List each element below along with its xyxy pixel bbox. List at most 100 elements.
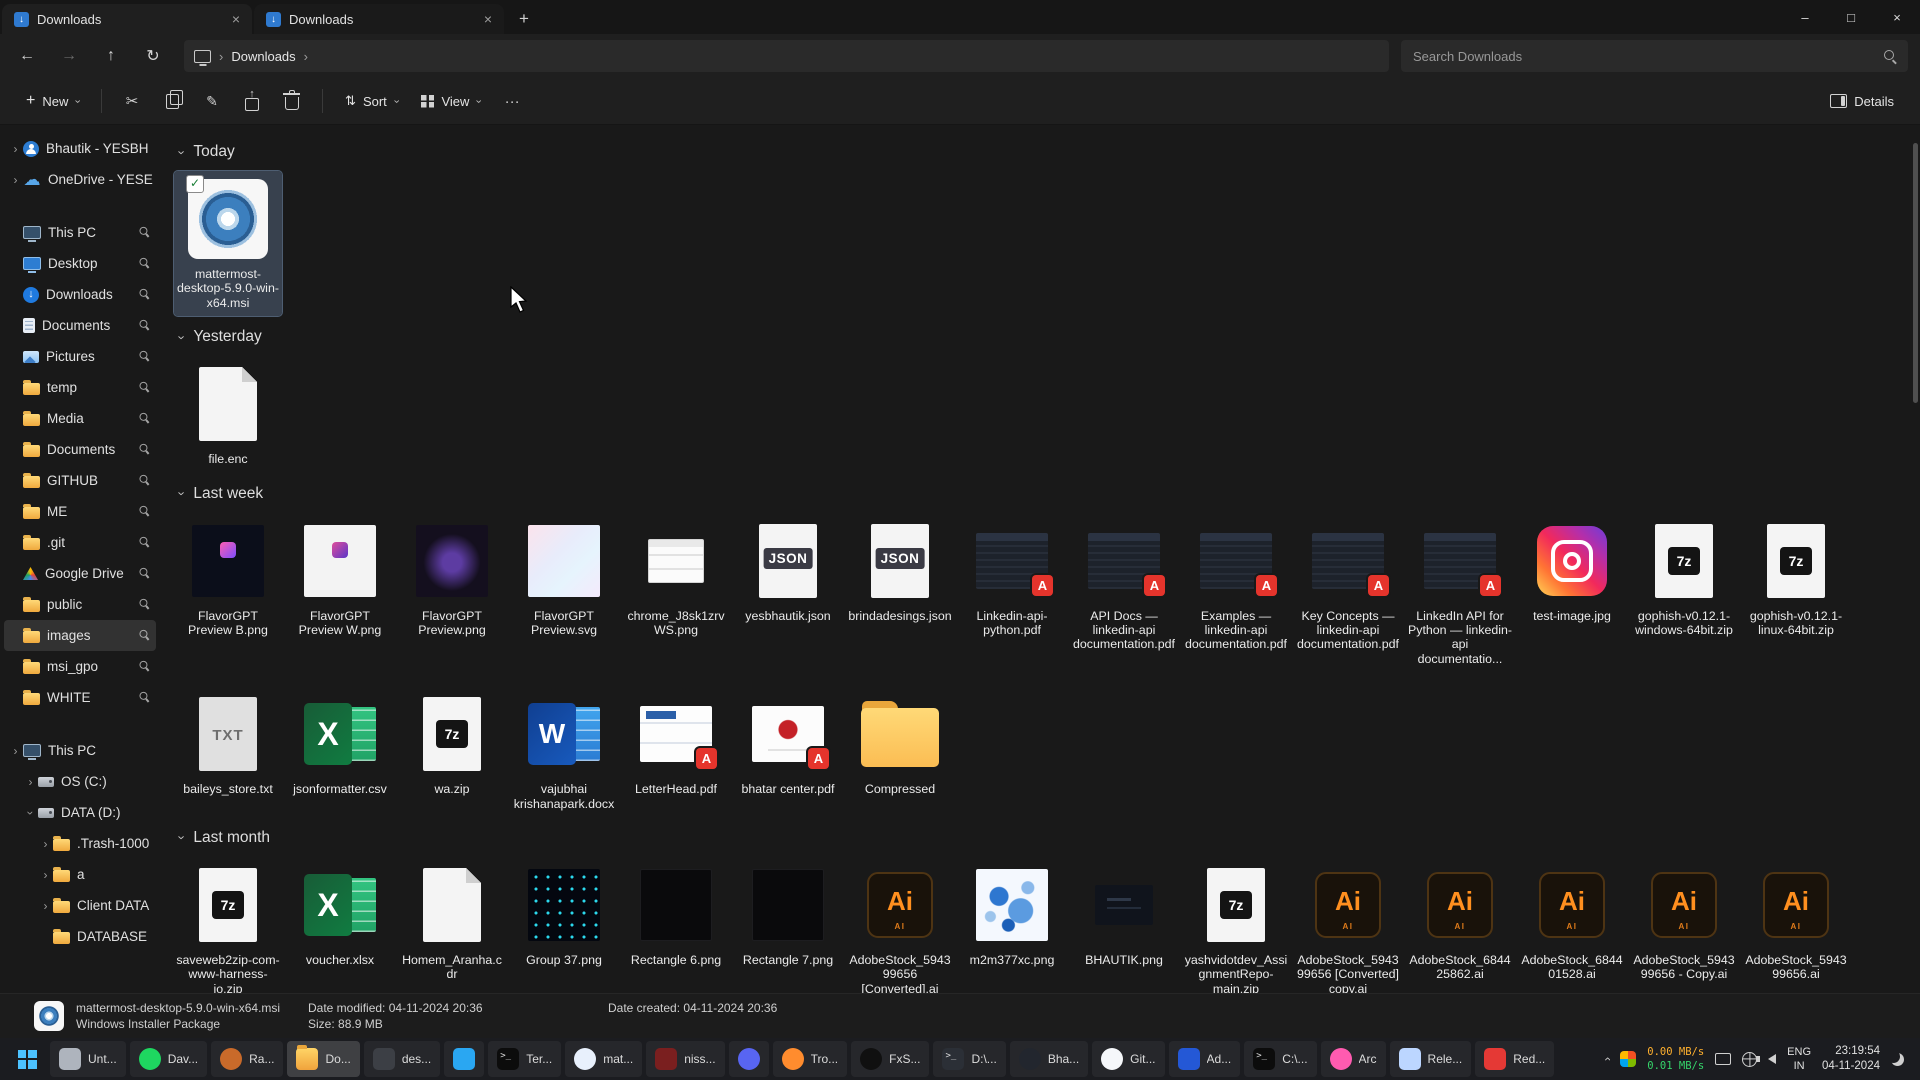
- sidebar-item-this-pc[interactable]: ›This PC: [4, 217, 156, 248]
- vertical-scrollbar[interactable]: [1911, 129, 1918, 989]
- sidebar-item-downloads[interactable]: ›Downloads: [4, 279, 156, 310]
- file-group-37-png[interactable]: Group 37.png: [510, 857, 618, 973]
- search-input[interactable]: [1411, 48, 1883, 65]
- taskbar-app-spotify[interactable]: Dav...: [130, 1041, 207, 1077]
- file-jsonformatter-csv[interactable]: jsonformatter.csv: [286, 686, 394, 802]
- file-saveweb2zip-com-www-harness-io-zip[interactable]: saveweb2zip-com-www-harness-io.zip: [174, 857, 282, 993]
- sidebar-item-google-drive[interactable]: ›Google Drive: [4, 558, 156, 589]
- file-adobestock-594399656-converted-ai[interactable]: AiAIAdobeStock_594399656 [Converted].ai: [846, 857, 954, 993]
- file-adobestock-594399656-ai[interactable]: AiAIAdobeStock_594399656.ai: [1742, 857, 1850, 988]
- forward-button[interactable]: →: [50, 39, 88, 73]
- minimize-button[interactable]: –: [1782, 0, 1828, 34]
- taskbar-app-untitled-app[interactable]: Unt...: [50, 1041, 126, 1077]
- sidebar-item-this-pc[interactable]: ›This PC: [4, 735, 156, 766]
- file-mattermost-desktop-5-9-0-win-x64-msi[interactable]: ✓mattermost-desktop-5.9.0-win-x64.msi: [174, 171, 282, 316]
- rename-button[interactable]: ✎: [194, 84, 230, 118]
- tab-downloads-2[interactable]: ↓ Downloads ×: [254, 4, 504, 34]
- file-brindadesings-json[interactable]: brindadesings.json: [846, 513, 954, 629]
- sidebar-item-public[interactable]: ›public: [4, 589, 156, 620]
- taskbar-app-arc-browser[interactable]: Arc: [1321, 1041, 1386, 1077]
- file-file-enc[interactable]: file.enc: [174, 356, 282, 472]
- group-header[interactable]: ›Last week: [180, 481, 1908, 507]
- sidebar-item-bhautik-yesbh[interactable]: ›Bhautik - YESBH: [4, 133, 156, 164]
- tab-close-icon[interactable]: ×: [228, 11, 244, 27]
- sidebar-item-me[interactable]: ›ME: [4, 496, 156, 527]
- volume-tray-icon[interactable]: [1768, 1054, 1776, 1064]
- file-adobestock-684401528-ai[interactable]: AiAIAdobeStock_684401528.ai: [1518, 857, 1626, 988]
- breadcrumb-downloads[interactable]: Downloads: [231, 49, 295, 64]
- delete-button[interactable]: [274, 84, 310, 118]
- view-button[interactable]: View ›: [411, 84, 490, 118]
- file-homem-aranha-cdr[interactable]: Homem_Aranha.cdr: [398, 857, 506, 988]
- tab-downloads-1[interactable]: ↓ Downloads ×: [2, 4, 252, 34]
- taskbar-app-file-explorer[interactable]: Do...: [287, 1041, 359, 1077]
- close-button[interactable]: ×: [1874, 0, 1920, 34]
- taskbar-app-trojan-app[interactable]: Tro...: [773, 1041, 848, 1077]
- share-button[interactable]: [234, 84, 270, 118]
- sidebar-item-msi-gpo[interactable]: ›msi_gpo: [4, 651, 156, 682]
- file-key-concepts-linkedin-api-documentation-pdf[interactable]: Key Concepts — linkedin-api documentatio…: [1294, 513, 1402, 658]
- more-options-button[interactable]: ···: [494, 84, 530, 118]
- file-gophish-v0-12-1-linux-64bit-zip[interactable]: gophish-v0.12.1-linux-64bit.zip: [1742, 513, 1850, 644]
- file-vajubhai-krishanapark-docx[interactable]: vajubhai krishanapark.docx: [510, 686, 618, 817]
- taskbar-app-discord[interactable]: [729, 1041, 769, 1077]
- cut-button[interactable]: ✂: [114, 84, 150, 118]
- taskbar-app-release-app[interactable]: Rele...: [1390, 1041, 1472, 1077]
- file-flavorgpt-preview-svg[interactable]: FlavorGPT Preview.svg: [510, 513, 618, 644]
- sidebar-item-database[interactable]: ›DATABASE: [4, 921, 156, 952]
- file-adobestock-594399656-converted-copy-ai[interactable]: AiAIAdobeStock_594399656 [Converted] cop…: [1294, 857, 1402, 993]
- file-bhautik-png[interactable]: BHAUTIK.png: [1070, 857, 1178, 973]
- file-adobestock-594399656-copy-ai[interactable]: AiAIAdobeStock_594399656 - Copy.ai: [1630, 857, 1738, 988]
- tray-overflow-chevron-icon[interactable]: ›: [1601, 1057, 1613, 1061]
- sidebar-item-documents[interactable]: ›Documents: [4, 434, 156, 465]
- file-wa-zip[interactable]: wa.zip: [398, 686, 506, 802]
- clock[interactable]: 23:19:54 04-11-2024: [1822, 1044, 1880, 1074]
- checkbox-checked-icon[interactable]: ✓: [186, 175, 204, 193]
- taskbar-app-fxsound[interactable]: FxS...: [851, 1041, 929, 1077]
- file-voucher-xlsx[interactable]: voucher.xlsx: [286, 857, 394, 973]
- new-button[interactable]: + New ›: [16, 84, 89, 118]
- sidebar-item-github[interactable]: ›GITHUB: [4, 465, 156, 496]
- search-box[interactable]: [1401, 40, 1908, 72]
- network-speed[interactable]: 0.00 MB/s 0.01 MB/s: [1647, 1045, 1704, 1073]
- taskbar-app-explorer-d-drive[interactable]: D:\...: [933, 1041, 1005, 1077]
- sidebar-item-white[interactable]: ›WHITE: [4, 682, 156, 713]
- taskbar-app-terminal[interactable]: Ter...: [488, 1041, 561, 1077]
- sidebar-item-documents[interactable]: ›Documents: [4, 310, 156, 341]
- group-header[interactable]: ›Last month: [180, 825, 1908, 851]
- scrollbar-thumb[interactable]: [1913, 143, 1918, 403]
- sidebar-item-temp[interactable]: ›temp: [4, 372, 156, 403]
- taskbar-app-red-app[interactable]: Red...: [1475, 1041, 1554, 1077]
- file-baileys-store-txt[interactable]: baileys_store.txt: [174, 686, 282, 802]
- sidebar-item-data-d[interactable]: ›DATA (D:): [4, 797, 156, 828]
- file-yashvidotdev-assignmentrepo-main-zip[interactable]: yashvidotdev_AssignmentRepo-main.zip: [1182, 857, 1290, 993]
- sidebar-item-pictures[interactable]: ›Pictures: [4, 341, 156, 372]
- taskbar-app-design-app[interactable]: des...: [364, 1041, 440, 1077]
- file-bhatar-center-pdf[interactable]: bhatar center.pdf: [734, 686, 842, 802]
- maximize-button[interactable]: □: [1828, 0, 1874, 34]
- group-header[interactable]: ›Today: [180, 139, 1908, 165]
- display-tray-icon[interactable]: [1715, 1053, 1731, 1065]
- refresh-button[interactable]: ↻: [134, 39, 172, 73]
- file-linkedin-api-python-pdf[interactable]: Linkedin-api-python.pdf: [958, 513, 1066, 644]
- sidebar-item-a[interactable]: ›a: [4, 859, 156, 890]
- new-tab-button[interactable]: +: [510, 5, 538, 33]
- taskbar-app-rainmeter[interactable]: Ra...: [211, 1041, 283, 1077]
- file-flavorgpt-preview-png[interactable]: FlavorGPT Preview.png: [398, 513, 506, 644]
- start-button[interactable]: [6, 1041, 48, 1077]
- sidebar-item-images[interactable]: ›images: [4, 620, 156, 651]
- file-adobestock-684425862-ai[interactable]: AiAIAdobeStock_684425862.ai: [1406, 857, 1514, 988]
- sidebar-item-onedrive-yese[interactable]: ›OneDrive - YESE: [4, 164, 156, 195]
- taskbar-app-nissan-app[interactable]: niss...: [646, 1041, 724, 1077]
- notification-icon[interactable]: [1891, 1053, 1904, 1066]
- taskbar-app-vscode[interactable]: [444, 1041, 484, 1077]
- file-examples-linkedin-api-documentation-pdf[interactable]: Examples — linkedin-api documentation.pd…: [1182, 513, 1290, 658]
- file-linkedin-api-for-python-linkedin-api-documentatio[interactable]: LinkedIn API for Python — linkedin-api d…: [1406, 513, 1514, 673]
- back-button[interactable]: ←: [8, 39, 46, 73]
- details-pane-button[interactable]: Details: [1820, 84, 1904, 118]
- net-monitor-icon[interactable]: [1620, 1051, 1636, 1067]
- file-yesbhautik-json[interactable]: yesbhautik.json: [734, 513, 842, 629]
- file-api-docs-linkedin-api-documentation-pdf[interactable]: API Docs — linkedin-api documentation.pd…: [1070, 513, 1178, 658]
- file-compressed[interactable]: Compressed: [846, 686, 954, 802]
- copy-button[interactable]: [154, 84, 190, 118]
